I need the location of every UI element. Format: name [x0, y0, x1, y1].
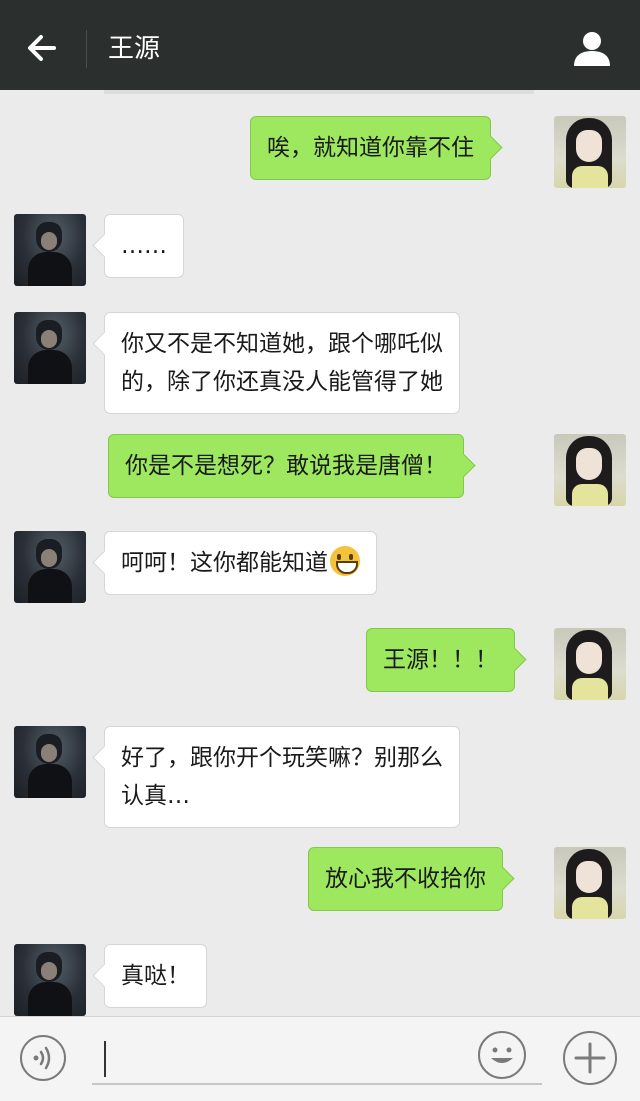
- message-bubble-received[interactable]: ……: [104, 214, 184, 278]
- my-avatar[interactable]: [554, 847, 626, 919]
- message-bubble-sent[interactable]: 放心我不收拾你: [308, 847, 503, 911]
- message-text: 你是不是想死？敢说我是唐僧！: [125, 453, 447, 479]
- person-icon[interactable]: [572, 28, 612, 68]
- input-bar: [0, 1016, 640, 1101]
- message-bubble-received[interactable]: 好了，跟你开个玩笑嘛？别那么 认真…: [104, 726, 460, 828]
- chat-title: 王源: [108, 34, 161, 64]
- message-text: 唉，就知道你靠不住: [267, 135, 474, 161]
- previous-message-edge: [104, 90, 534, 94]
- contact-avatar[interactable]: [14, 312, 86, 384]
- message-text: 认真…: [121, 783, 190, 809]
- contact-avatar[interactable]: [14, 944, 86, 1016]
- contact-avatar[interactable]: [14, 726, 86, 798]
- message-text: 的，除了你还真没人能管得了她: [121, 369, 443, 395]
- plus-icon[interactable]: [563, 1031, 617, 1085]
- message-text: 王源！！！: [383, 647, 498, 673]
- message-bubble-sent[interactable]: 你是不是想死？敢说我是唐僧！: [108, 434, 464, 498]
- message-bubble-received[interactable]: 呵呵！这你都能知道: [104, 531, 377, 595]
- message-bubble-sent[interactable]: 王源！！！: [366, 628, 515, 692]
- message-bubble-received[interactable]: 你又不是不知道她，跟个哪吒似 的，除了你还真没人能管得了她: [104, 312, 460, 414]
- header-divider: [86, 30, 87, 68]
- message-list[interactable]: 唉，就知道你靠不住 …… 你又不是不知道她，跟个哪吒似 的，除了你还真没人能管得…: [0, 90, 640, 1016]
- message-text: 好了，跟你开个玩笑嘛？别那么: [121, 745, 443, 771]
- my-avatar[interactable]: [554, 116, 626, 188]
- contact-avatar[interactable]: [14, 531, 86, 603]
- text-caret: [104, 1041, 106, 1077]
- chat-header: 王源: [0, 0, 640, 90]
- contact-avatar[interactable]: [14, 214, 86, 286]
- message-bubble-received[interactable]: 真哒！: [104, 944, 207, 1008]
- grinning-face-emoji: [330, 546, 360, 576]
- message-text: 你又不是不知道她，跟个哪吒似: [121, 331, 443, 357]
- my-avatar[interactable]: [554, 628, 626, 700]
- message-text: ……: [121, 233, 167, 259]
- message-bubble-sent[interactable]: 唉，就知道你靠不住: [250, 116, 491, 180]
- message-text: 真哒！: [121, 963, 190, 989]
- smiley-icon[interactable]: [478, 1031, 526, 1079]
- message-text: 放心我不收拾你: [325, 866, 486, 892]
- message-input[interactable]: [92, 1035, 542, 1085]
- message-text: 呵呵！这你都能知道: [121, 544, 360, 582]
- my-avatar[interactable]: [554, 434, 626, 506]
- voice-icon[interactable]: [20, 1035, 66, 1081]
- back-arrow-icon[interactable]: [22, 28, 62, 68]
